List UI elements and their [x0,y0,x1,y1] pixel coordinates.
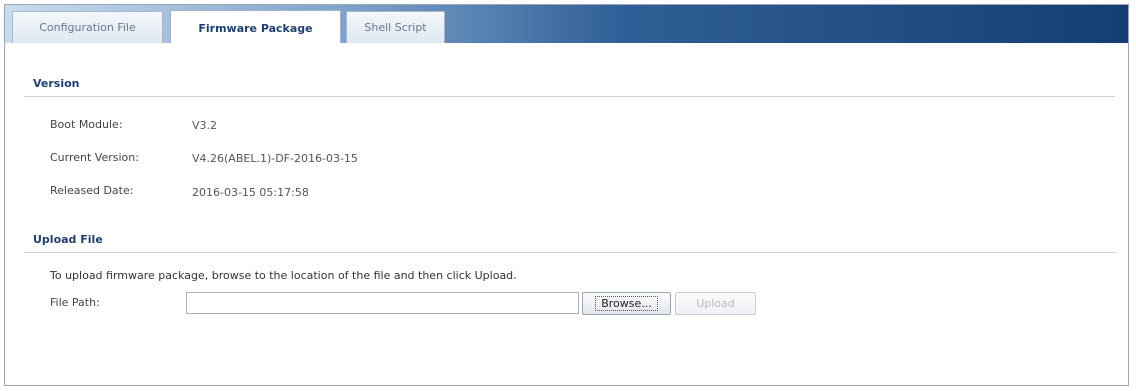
tab-firmware-package-label: Firmware Package [198,21,313,35]
tab-configuration-file-label: Configuration File [39,21,136,34]
boot-module-label: Boot Module: [50,118,123,131]
version-section-divider [24,96,1115,97]
tab-bar-divider [5,43,1128,45]
upload-file-section-divider [24,252,1115,253]
firmware-package-panel: Configuration File Firmware Package Shel… [4,4,1129,386]
version-section-title: Version [33,77,80,90]
file-path-label: File Path: [50,296,100,309]
file-path-input[interactable] [186,292,579,314]
tab-bar: Configuration File Firmware Package Shel… [5,5,1128,45]
released-date-value: 2016-03-15 05:17:58 [192,186,309,199]
tab-firmware-package[interactable]: Firmware Package [170,10,341,45]
tab-configuration-file[interactable]: Configuration File [12,11,163,43]
browse-button-label: Browse... [595,296,658,311]
released-date-label: Released Date: [50,184,134,197]
boot-module-value: V3.2 [192,119,218,132]
tab-shell-script[interactable]: Shell Script [346,11,445,43]
upload-instruction: To upload firmware package, browse to th… [50,269,517,282]
upload-button[interactable]: Upload [675,292,756,315]
upload-file-section-title: Upload File [33,233,103,246]
tab-shell-script-label: Shell Script [364,21,427,34]
current-version-value: V4.26(ABEL.1)-DF-2016-03-15 [192,152,358,165]
browse-button[interactable]: Browse... [582,292,671,315]
upload-button-label: Upload [696,297,735,310]
current-version-label: Current Version: [50,151,139,164]
